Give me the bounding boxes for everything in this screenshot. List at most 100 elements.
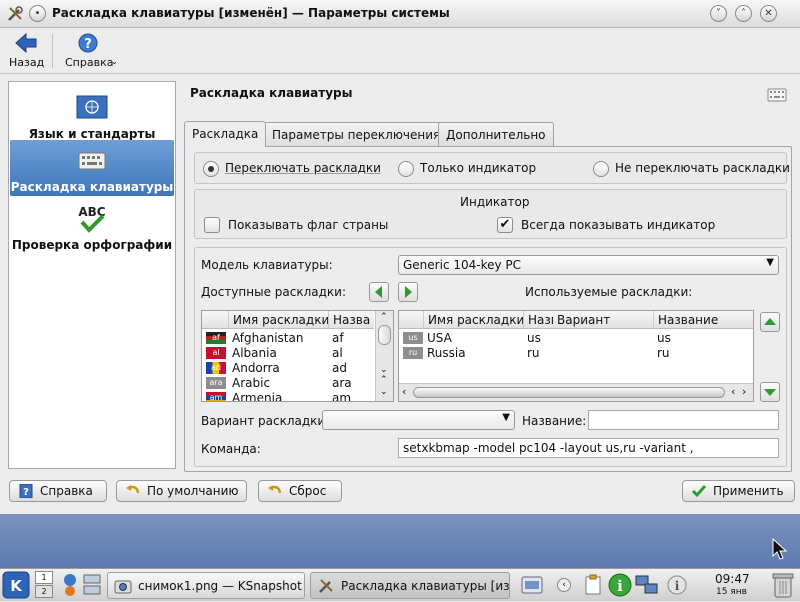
keyboard-model-select[interactable]: Generic 104-key PC ▼ (398, 255, 779, 275)
trash-icon[interactable] (772, 572, 794, 598)
pager-desktop-2[interactable]: 2 (35, 585, 53, 598)
window-menu-button[interactable]: • (29, 5, 46, 22)
show-flag-label[interactable]: Показывать флаг страны (228, 218, 388, 232)
available-layouts-list[interactable]: Имя раскладки Назва af Afghanistan af al… (201, 310, 394, 402)
maximize-button[interactable]: ˄ (735, 5, 752, 22)
radio-indicator-only[interactable] (398, 161, 414, 177)
reset-button[interactable]: Сброс (258, 480, 342, 502)
chevron-down-icon: ⌄ (111, 57, 118, 66)
back-button[interactable]: Назад (4, 30, 46, 72)
notifications-info-icon[interactable]: i (667, 575, 687, 595)
radio-label[interactable]: Не переключать раскладки (615, 161, 790, 175)
used-layouts-list[interactable]: Имя раскладки Назв Вариант Название us U… (398, 310, 754, 402)
show-flag-checkbox[interactable] (204, 217, 220, 233)
scrollbar-thumb[interactable] (413, 387, 725, 398)
tray-collapse-icon[interactable]: ‹ (557, 578, 571, 592)
always-show-checkbox[interactable]: ✔ (497, 217, 513, 233)
arrow-left-icon (15, 32, 37, 54)
layout-title: ru (657, 346, 670, 360)
always-show-label[interactable]: Всегда показывать индикатор (521, 218, 715, 232)
move-up-button[interactable] (760, 312, 780, 332)
scroll-left-icon[interactable]: ‹ (731, 385, 735, 398)
column-header-layout-name[interactable]: Имя раскладки (423, 311, 523, 329)
apply-button[interactable]: Применить (682, 480, 795, 502)
help-book-icon: ? (18, 483, 34, 499)
scroll-down-icon[interactable]: ⌄ (380, 365, 388, 375)
scroll-left-icon[interactable]: ‹ (402, 385, 406, 398)
indicator-group: Индикатор Показывать флаг страны ✔ Всегд… (194, 189, 787, 239)
table-row[interactable]: am Armenia am (202, 391, 374, 402)
window-titlebar[interactable]: • Раскладка клавиатуры [изменён] — Парам… (0, 0, 800, 28)
column-header-title[interactable]: Название (653, 311, 753, 329)
sidebar-item-spellcheck[interactable]: ABC Проверка орфографии (10, 198, 174, 254)
task-system-settings[interactable]: Раскладка клавиатуры [изме (310, 572, 510, 599)
table-row[interactable]: al Albania al (202, 346, 374, 361)
help-menu-button[interactable]: ? Справка ⌄ (60, 30, 120, 72)
command-field[interactable]: setxkbmap -model pc104 -layout us,ru -va… (398, 438, 779, 458)
radio-no-switch[interactable] (593, 161, 609, 177)
layouts-group: Модель клавиатуры: Generic 104-key PC ▼ … (194, 247, 787, 467)
help-icon: ? (78, 33, 98, 53)
tab-layout[interactable]: Раскладка (184, 121, 267, 147)
column-header-code[interactable]: Назва (328, 311, 374, 329)
table-row[interactable]: ru Russia ru ru (399, 346, 753, 361)
help-button[interactable]: ? Справка (9, 480, 107, 502)
clock-date[interactable]: 15 янв (716, 587, 747, 597)
keyboard-icon (76, 146, 108, 174)
flag-icon: ad (206, 362, 226, 374)
scroll-down-icon[interactable]: ⌄ (380, 387, 388, 397)
scroll-right-icon[interactable]: › (742, 385, 746, 398)
network-icon[interactable] (635, 574, 659, 596)
pager-desktop-1[interactable]: 1 (35, 571, 53, 584)
table-row[interactable]: af Afghanistan af (202, 331, 374, 346)
layout-name: Armenia (232, 391, 283, 402)
layout-name-input[interactable] (588, 410, 779, 430)
remove-layout-button[interactable] (398, 282, 418, 302)
close-button[interactable]: ✕ (760, 5, 777, 22)
table-row[interactable]: us USA us us (399, 331, 753, 346)
tab-switching-options[interactable]: Параметры переключения (264, 122, 449, 146)
help-label: Справка (65, 56, 114, 69)
flag-icon: af (206, 332, 226, 344)
table-row[interactable]: ara Arabic ara (202, 376, 374, 391)
scroll-up-icon[interactable]: ⌃ (380, 375, 388, 385)
column-header-layout-name[interactable]: Имя раскладки (228, 311, 328, 329)
info-green-icon[interactable]: i (608, 573, 632, 597)
help-button-label: Справка (40, 484, 93, 498)
sidebar-item-language[interactable]: Язык и стандарты (10, 87, 174, 143)
radio-label[interactable]: Только индикатор (420, 161, 536, 175)
scroll-up-icon[interactable]: ⌃ (380, 312, 388, 322)
layout-name: Russia (427, 346, 466, 360)
browser-icon[interactable] (61, 573, 79, 597)
tab-advanced[interactable]: Дополнительно (438, 122, 554, 146)
tools-icon[interactable] (6, 5, 24, 23)
clock-time[interactable]: 09:47 (715, 572, 750, 586)
scrollbar-thumb[interactable] (378, 325, 391, 345)
move-down-button[interactable] (760, 382, 780, 402)
column-header-code[interactable]: Назв (523, 311, 553, 329)
table-row[interactable]: ad Andorra ad (202, 361, 374, 376)
reset-button-label: Сброс (289, 484, 327, 498)
column-header[interactable] (202, 311, 228, 329)
window-list-icon[interactable] (520, 573, 544, 597)
minimize-button[interactable]: ˅ (710, 5, 727, 22)
vertical-scrollbar[interactable]: ⌃ ⌄ ⌃ ⌄ (375, 311, 393, 401)
radio-label[interactable]: Переключать раскладки (225, 161, 381, 175)
sidebar-item-label: Проверка орфографии (11, 238, 173, 252)
defaults-button[interactable]: По умолчанию (116, 480, 247, 502)
category-list: Язык и стандарты Раскладка клавиатуры AB… (8, 81, 176, 469)
kde-menu-icon[interactable]: K (2, 571, 30, 599)
clipboard-icon[interactable] (584, 574, 604, 596)
task-ksnapshot[interactable]: снимок1.png — KSnapshot (107, 572, 305, 599)
show-desktop-icon[interactable] (83, 573, 101, 597)
horizontal-scrollbar[interactable]: ‹ ‹ › (399, 383, 753, 401)
radio-switch-layouts[interactable] (203, 161, 219, 177)
flag-icon: us (403, 332, 423, 344)
column-header[interactable] (399, 311, 423, 329)
sidebar-item-keyboard-layout[interactable]: Раскладка клавиатуры (10, 140, 174, 196)
keyboard-small-icon (767, 88, 787, 102)
layout-variant-select[interactable]: ▼ (322, 410, 515, 430)
add-layout-button[interactable] (369, 282, 389, 302)
svg-text:i: i (675, 579, 680, 593)
column-header-variant[interactable]: Вариант (553, 311, 653, 329)
